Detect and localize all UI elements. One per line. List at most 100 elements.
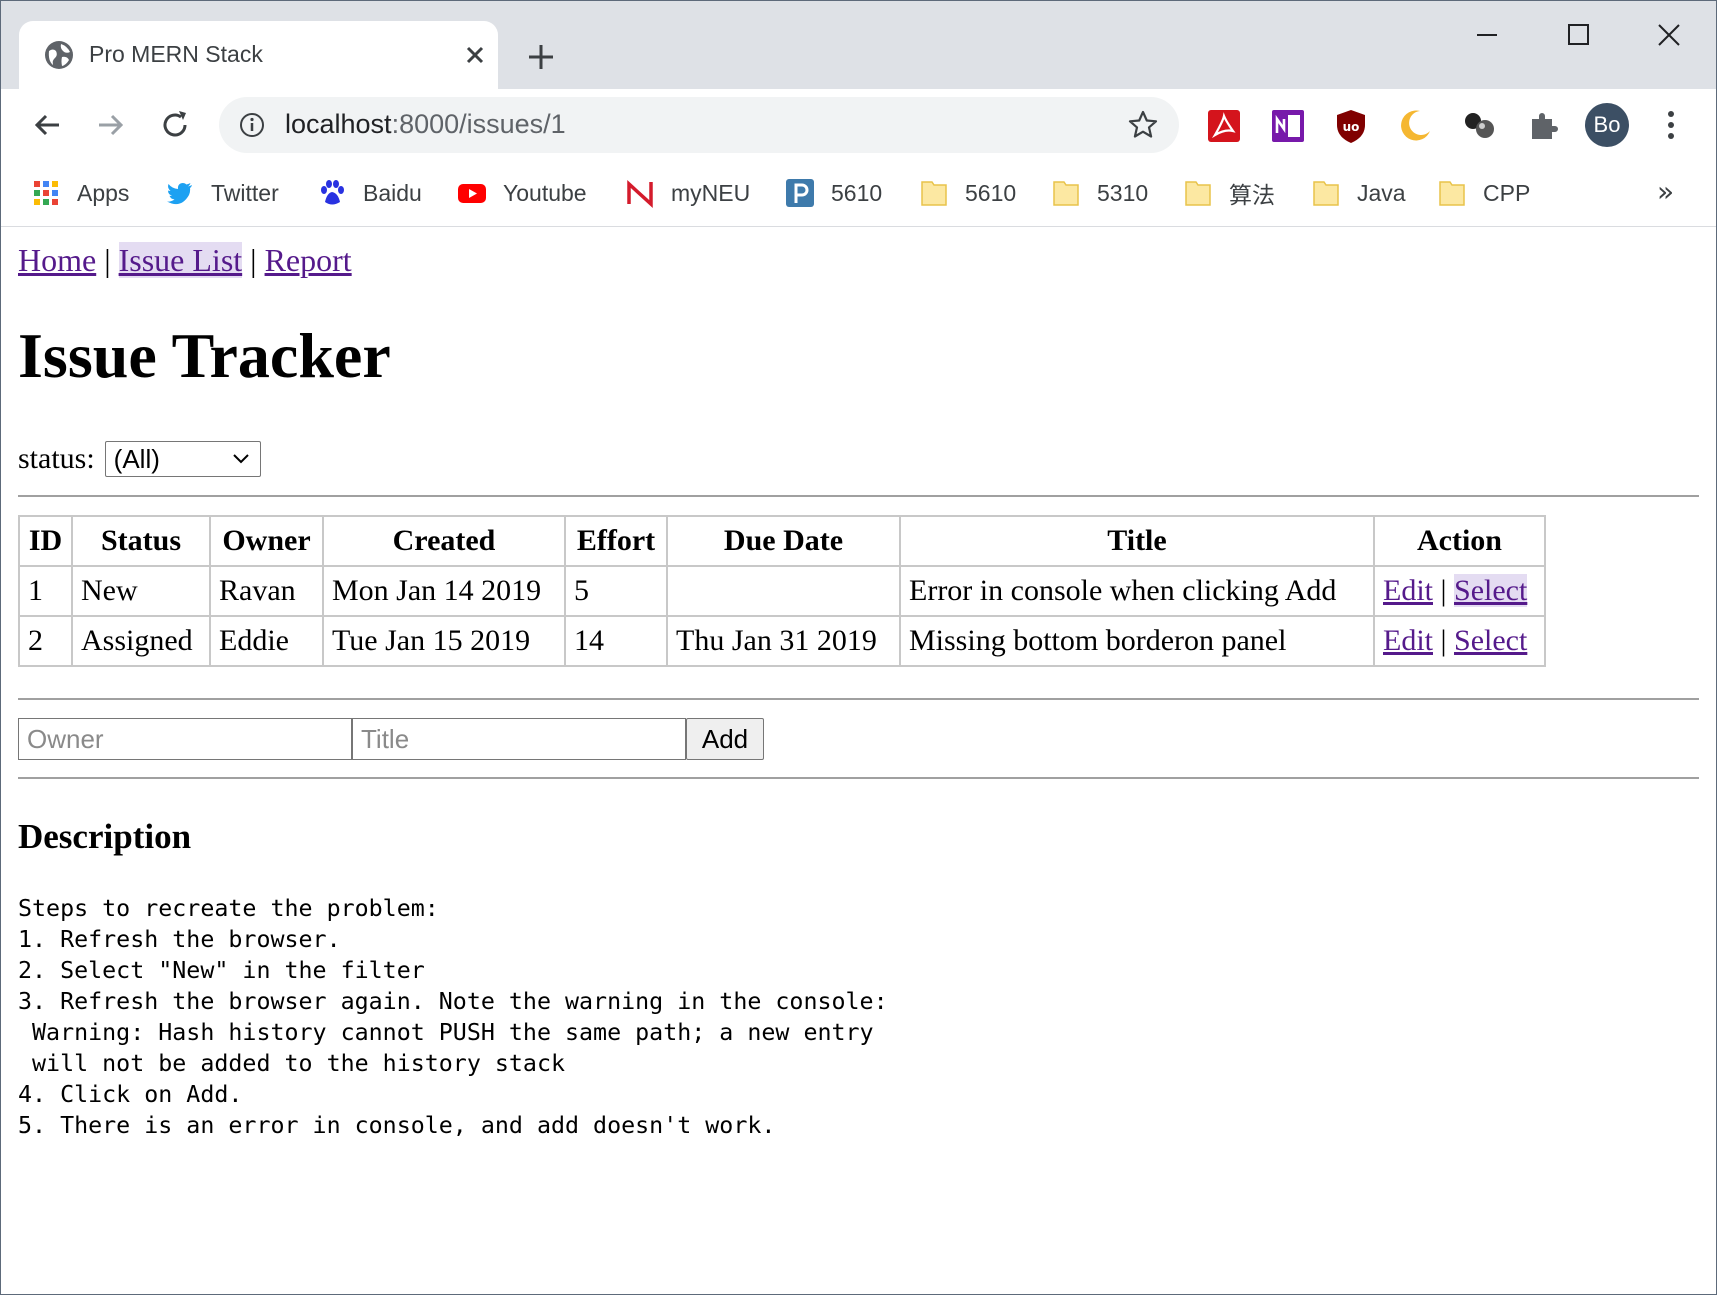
- bookmark-label: Java: [1357, 179, 1406, 206]
- minimize-icon[interactable]: [1457, 15, 1517, 55]
- cell-due-date: [666, 565, 901, 617]
- column-header-id: ID: [18, 515, 73, 567]
- ublock-extension-icon[interactable]: uo: [1332, 107, 1370, 145]
- status-select[interactable]: (All): [104, 441, 261, 477]
- youtube-icon: [458, 184, 486, 203]
- bookmark-label: 5310: [1097, 179, 1149, 206]
- address-bar[interactable]: localhost:8000/issues/1: [219, 97, 1179, 153]
- new-tab-plus-icon[interactable]: [521, 37, 561, 77]
- folder-icon: [1053, 181, 1079, 206]
- bookmark-label: Twitter: [211, 179, 279, 206]
- column-header-effort: Effort: [564, 515, 668, 567]
- browser-window: Pro MERN Stack localhost:8000/issues/1 u…: [0, 0, 1717, 1295]
- bookmark-label: CPP: [1483, 179, 1531, 206]
- cell-title: Error in console when clicking Add: [899, 565, 1375, 617]
- bookmark-5610-piazza[interactable]: 5610: [785, 173, 882, 213]
- description-heading: Description: [18, 817, 192, 856]
- twitter-icon: [167, 182, 192, 205]
- bookmark-label: 5610: [831, 179, 883, 206]
- cell-effort: 14: [564, 615, 668, 667]
- profile-avatar[interactable]: Bo: [1585, 103, 1629, 147]
- edit-link[interactable]: Edit: [1383, 624, 1433, 657]
- browser-tab[interactable]: Pro MERN Stack: [19, 21, 498, 89]
- top-nav: Home | Issue List | Report: [18, 242, 352, 279]
- column-header-action: Action: [1373, 515, 1546, 567]
- cell-due-date: Thu Jan 31 2019: [666, 615, 901, 667]
- nav-separator: |: [104, 242, 111, 278]
- bookmark-apps[interactable]: Apps: [31, 173, 129, 213]
- owner-input[interactable]: [18, 718, 352, 760]
- nav-issue-list-link[interactable]: Issue List: [118, 242, 243, 278]
- browser-menu-icon[interactable]: [1659, 105, 1683, 145]
- cell-effort: 5: [564, 565, 668, 617]
- status-select-value: (All): [113, 443, 160, 474]
- svg-text:uo: uo: [1343, 120, 1360, 134]
- bookmark-5610-folder[interactable]: 5610: [919, 173, 1016, 213]
- cell-action: Edit | Select: [1373, 565, 1546, 617]
- table-row: 1 New Ravan Mon Jan 14 2019 5 Error in c…: [18, 565, 1546, 617]
- bookmark-myneu[interactable]: myNEU: [625, 173, 750, 213]
- more-bookmarks-chevron-icon[interactable]: »: [1657, 175, 1674, 208]
- folder-icon: [921, 181, 947, 206]
- bookmark-star-icon[interactable]: [1127, 109, 1159, 141]
- nav-home-link[interactable]: Home: [18, 242, 96, 278]
- column-header-title: Title: [899, 515, 1375, 567]
- folder-icon: [1439, 181, 1465, 206]
- spheres-extension-icon[interactable]: [1460, 107, 1498, 145]
- cell-id: 2: [18, 615, 73, 667]
- cell-status: Assigned: [71, 615, 211, 667]
- back-arrow-icon[interactable]: [27, 105, 67, 145]
- bookmark-algorithms-folder[interactable]: 算法: [1183, 173, 1275, 213]
- column-header-due-date: Due Date: [666, 515, 901, 567]
- bookmark-youtube[interactable]: Youtube: [457, 173, 587, 213]
- page-content: Home | Issue List | Report Issue Tracker…: [1, 227, 1716, 1294]
- issue-table: ID Status Owner Created Effort Due Date …: [18, 515, 1546, 667]
- nav-report-link[interactable]: Report: [265, 242, 352, 278]
- status-filter: status: (All): [18, 441, 261, 477]
- onenote-extension-icon[interactable]: [1269, 107, 1307, 145]
- extensions-puzzle-icon[interactable]: [1524, 107, 1562, 145]
- bookmark-label: 5610: [965, 179, 1017, 206]
- title-input[interactable]: [352, 718, 686, 760]
- cell-action: Edit | Select: [1373, 615, 1546, 667]
- issue-add-form: Add: [18, 718, 764, 760]
- action-separator: |: [1440, 624, 1447, 657]
- apps-grid-icon: [34, 181, 58, 205]
- bookmark-twitter[interactable]: Twitter: [165, 173, 279, 213]
- tab-close-icon[interactable]: [457, 37, 493, 73]
- bookmark-label: Apps: [77, 179, 130, 206]
- url-text: localhost:8000/issues/1: [285, 109, 566, 140]
- cell-created: Tue Jan 15 2019: [322, 615, 566, 667]
- acrobat-extension-icon[interactable]: [1205, 107, 1243, 145]
- baidu-icon: [321, 180, 344, 205]
- close-window-icon[interactable]: [1639, 15, 1699, 55]
- add-button[interactable]: Add: [686, 718, 764, 760]
- select-link[interactable]: Select: [1454, 574, 1528, 607]
- cell-owner: Ravan: [209, 565, 324, 617]
- bookmark-java-folder[interactable]: Java: [1311, 173, 1406, 213]
- column-header-created: Created: [322, 515, 566, 567]
- browser-toolbar: localhost:8000/issues/1 uo Bo: [1, 89, 1716, 161]
- cell-created: Mon Jan 14 2019: [322, 565, 566, 617]
- moon-extension-icon[interactable]: [1396, 107, 1434, 145]
- bookmark-baidu[interactable]: Baidu: [317, 173, 422, 213]
- globe-icon: [45, 41, 73, 69]
- reload-icon[interactable]: [155, 105, 195, 145]
- bookmark-label: 算法: [1229, 182, 1275, 208]
- bookmark-label: myNEU: [671, 179, 751, 206]
- bookmark-5310-folder[interactable]: 5310: [1051, 173, 1148, 213]
- info-icon[interactable]: [239, 112, 265, 138]
- folder-icon: [1185, 181, 1211, 206]
- chevron-down-icon: [232, 454, 249, 464]
- nav-separator: |: [250, 242, 257, 278]
- select-link[interactable]: Select: [1454, 624, 1527, 657]
- maximize-icon[interactable]: [1548, 15, 1608, 55]
- status-filter-label: status:: [18, 442, 95, 475]
- edit-link[interactable]: Edit: [1383, 574, 1433, 607]
- piazza-icon: [786, 179, 814, 207]
- bookmark-cpp-folder[interactable]: CPP: [1437, 173, 1530, 213]
- divider: [18, 698, 1699, 700]
- forward-arrow-icon[interactable]: [91, 105, 131, 145]
- bookmark-label: Baidu: [363, 179, 422, 206]
- myneu-icon: [627, 180, 653, 208]
